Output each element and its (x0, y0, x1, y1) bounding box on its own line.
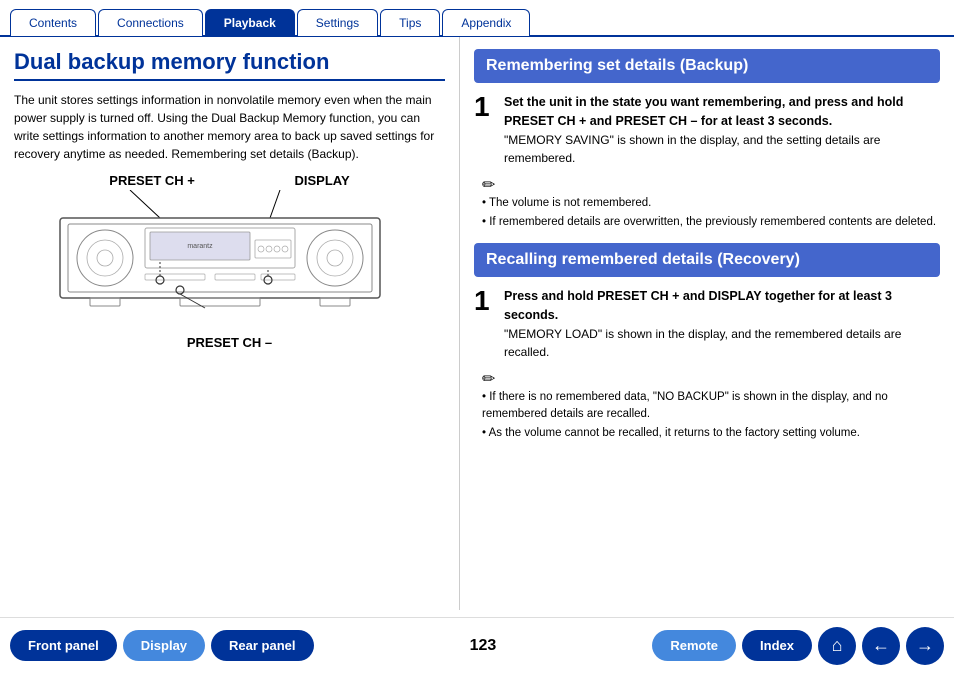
forward-button[interactable]: → (906, 627, 944, 665)
backup-step-number: 1 (474, 93, 494, 121)
main-content: Dual backup memory function The unit sto… (0, 37, 954, 610)
page-number: 123 (470, 637, 497, 655)
tab-contents[interactable]: Contents (10, 9, 96, 36)
recovery-step-number: 1 (474, 287, 494, 315)
backup-step-content: Set the unit in the state you want remem… (504, 93, 940, 167)
recovery-note-1: If there is no remembered data, "NO BACK… (482, 389, 940, 424)
backup-note-1: The volume is not remembered. (482, 195, 940, 212)
tab-settings[interactable]: Settings (297, 9, 378, 36)
backup-section-header: Remembering set details (Backup) (474, 49, 940, 83)
remote-button[interactable]: Remote (652, 630, 736, 661)
tab-connections[interactable]: Connections (98, 9, 203, 36)
recovery-notes: If there is no remembered data, "NO BACK… (482, 389, 940, 443)
recovery-note-block: ✏ If there is no remembered data, "NO BA… (474, 369, 940, 443)
pencil-icon-recovery: ✏ (482, 369, 940, 389)
backup-note-block: ✏ The volume is not remembered. If remem… (474, 175, 940, 232)
backup-note-2: If remembered details are overwritten, t… (482, 214, 940, 231)
label-preset-ch-plus: PRESET CH + (109, 173, 195, 188)
recovery-section-header: Recalling remembered details (Recovery) (474, 243, 940, 277)
left-panel: Dual backup memory function The unit sto… (0, 37, 460, 610)
page-title: Dual backup memory function (14, 49, 445, 81)
backup-step-row: 1 Set the unit in the state you want rem… (474, 93, 940, 167)
backup-notes: The volume is not remembered. If remembe… (482, 195, 940, 232)
label-display: DISPLAY (295, 173, 350, 188)
nav-tabs: Contents Connections Playback Settings T… (0, 0, 954, 37)
tab-playback[interactable]: Playback (205, 9, 295, 36)
display-button[interactable]: Display (123, 630, 205, 661)
svg-text:marantz: marantz (187, 243, 213, 250)
footer-right: Remote Index ⌂ ← → (652, 627, 944, 665)
diagram-area: PRESET CH + DISPLAY (14, 173, 445, 350)
tab-tips[interactable]: Tips (380, 9, 440, 36)
tab-appendix[interactable]: Appendix (442, 9, 530, 36)
back-button[interactable]: ← (862, 627, 900, 665)
recovery-step-row: 1 Press and hold PRESET CH + and DISPLAY… (474, 287, 940, 361)
rear-panel-button[interactable]: Rear panel (211, 630, 313, 661)
pencil-icon-backup: ✏ (482, 175, 940, 195)
footer: Front panel Display Rear panel 123 Remot… (0, 617, 954, 673)
front-panel-button[interactable]: Front panel (10, 630, 117, 661)
recovery-step-content: Press and hold PRESET CH + and DISPLAY t… (504, 287, 940, 361)
home-button[interactable]: ⌂ (818, 627, 856, 665)
label-preset-ch-minus: PRESET CH – (187, 335, 272, 350)
device-diagram: marantz (40, 190, 400, 330)
recovery-note-2: As the volume cannot be recalled, it ret… (482, 425, 940, 442)
index-button[interactable]: Index (742, 630, 812, 661)
right-panel: Remembering set details (Backup) 1 Set t… (460, 37, 954, 610)
footer-left: Front panel Display Rear panel (10, 630, 314, 661)
intro-text: The unit stores settings information in … (14, 91, 445, 163)
